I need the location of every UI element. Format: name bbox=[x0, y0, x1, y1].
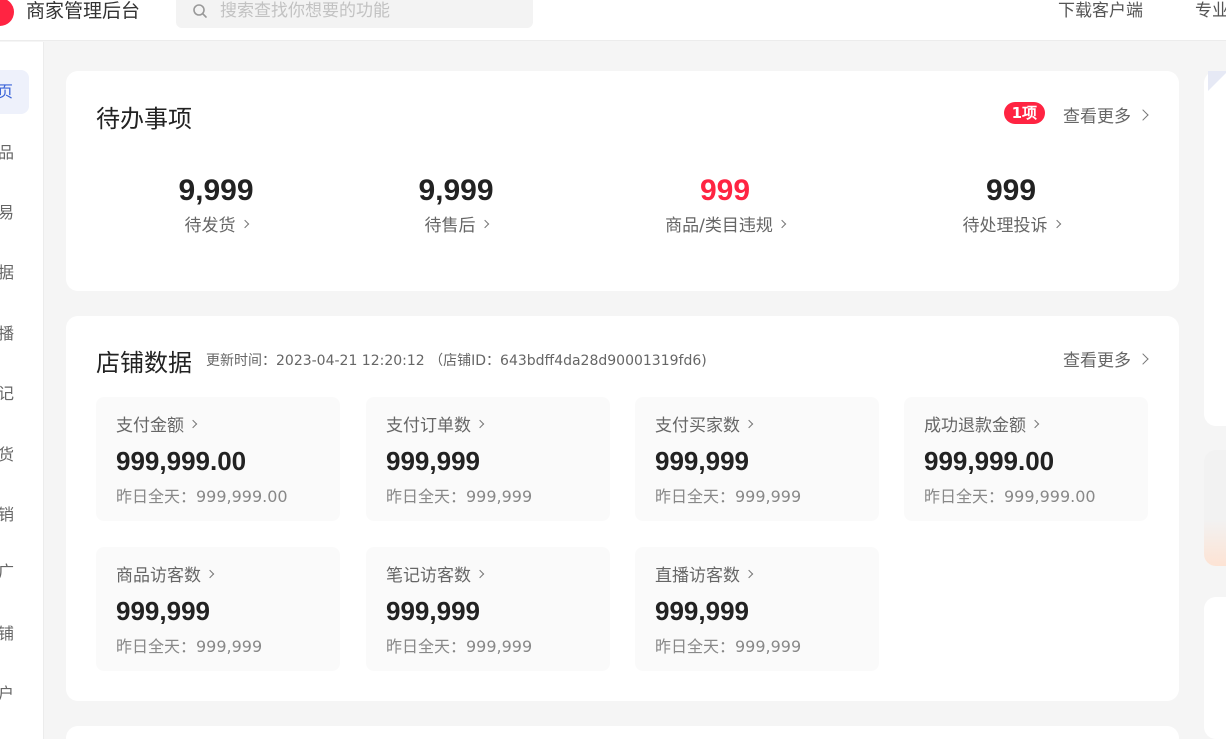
app-title: 商家管理后台 bbox=[26, 0, 141, 22]
todo-value: 999 bbox=[985, 174, 1037, 207]
chevron-right-icon bbox=[475, 419, 485, 428]
sidebar-item-trade[interactable]: 易 bbox=[0, 191, 43, 235]
todo-label-link[interactable]: 商品/类目违规 bbox=[605, 211, 845, 236]
todo-value: 999 bbox=[699, 174, 751, 207]
todo-label: 待处理投诉 bbox=[962, 216, 1048, 236]
shop-data-title: 店铺数据 bbox=[96, 349, 192, 377]
sidebar-item-shop[interactable]: 铺 bbox=[0, 612, 43, 656]
todo-item-to-ship[interactable]: 9,999 待发货 bbox=[96, 173, 336, 236]
metric-value: 999,999 bbox=[116, 596, 210, 626]
metric-value: 999,999.00 bbox=[924, 446, 1055, 476]
chevron-right-icon bbox=[205, 569, 215, 578]
metric-yesterday: 昨日全天：999,999.00 bbox=[924, 487, 1096, 506]
metric-card-note-visitors[interactable]: 笔记访客数 999,999 昨日全天：999,999 bbox=[366, 547, 610, 671]
right-info-card bbox=[1204, 597, 1226, 739]
todo-item-violations[interactable]: 999 商品/类目违规 bbox=[605, 173, 845, 236]
metric-label-link[interactable]: 成功退款金额 bbox=[924, 411, 1040, 436]
metric-value: 999,999 bbox=[386, 446, 480, 476]
metric-label: 成功退款金额 bbox=[924, 416, 1026, 436]
todo-count-badge: 1项 bbox=[1003, 102, 1045, 124]
metric-yesterday: 昨日全天：999,999.00 bbox=[116, 487, 288, 506]
chevron-right-icon bbox=[744, 419, 754, 428]
download-client-link[interactable]: 下载客户端 bbox=[1058, 0, 1143, 22]
search-icon bbox=[193, 4, 207, 18]
next-section-card bbox=[66, 726, 1179, 739]
todo-card: 待办事项 1项 查看更多 9,999 待发货 9,999 待售后 999 商品/… bbox=[66, 71, 1179, 291]
metric-card-refund-amount[interactable]: 成功退款金额 999,999.00 昨日全天：999,999.00 bbox=[904, 397, 1148, 521]
metric-card-live-visitors[interactable]: 直播访客数 999,999 昨日全天：999,999 bbox=[635, 547, 879, 671]
chevron-right-icon bbox=[777, 219, 787, 228]
todo-value: 9,999 bbox=[418, 174, 494, 207]
todo-value: 9,999 bbox=[178, 174, 254, 207]
metric-label: 支付金额 bbox=[116, 416, 184, 436]
todo-label-link[interactable]: 待处理投诉 bbox=[891, 211, 1131, 236]
chevron-right-icon bbox=[188, 419, 198, 428]
chevron-right-icon bbox=[1137, 352, 1149, 365]
metric-card-payment-amount[interactable]: 支付金额 999,999.00 昨日全天：999,999.00 bbox=[96, 397, 340, 521]
todo-label-link[interactable]: 待发货 bbox=[96, 211, 336, 236]
metric-yesterday: 昨日全天：999,999 bbox=[655, 487, 802, 506]
right-panel-decoration bbox=[1208, 71, 1226, 91]
todo-title: 待办事项 bbox=[96, 105, 192, 133]
shop-data-card: 店铺数据 更新时间：2023-04-21 12:20:12 （店铺ID：643b… bbox=[66, 316, 1179, 701]
metric-value: 999,999 bbox=[655, 446, 749, 476]
todo-item-complaints[interactable]: 999 待处理投诉 bbox=[891, 173, 1131, 236]
todo-label: 待发货 bbox=[184, 216, 236, 236]
metric-yesterday: 昨日全天：999,999 bbox=[386, 637, 533, 656]
metric-value: 999,999.00 bbox=[116, 446, 247, 476]
right-panel-card bbox=[1204, 71, 1226, 426]
todo-label: 待售后 bbox=[424, 216, 476, 236]
metric-label-link[interactable]: 支付金额 bbox=[116, 411, 198, 436]
update-info: 更新时间：2023-04-21 12:20:12 （店铺ID：643bdff4d… bbox=[206, 353, 707, 369]
sidebar-item-data[interactable]: 据 bbox=[0, 251, 43, 295]
metric-value: 999,999 bbox=[655, 596, 749, 626]
metric-label-link[interactable]: 笔记访客数 bbox=[386, 561, 485, 586]
sidebar-item-account[interactable]: 户 bbox=[0, 672, 43, 716]
metric-label-link[interactable]: 支付订单数 bbox=[386, 411, 485, 436]
chevron-right-icon bbox=[475, 569, 485, 578]
metric-card-order-count[interactable]: 支付订单数 999,999 昨日全天：999,999 bbox=[366, 397, 610, 521]
metric-label-link[interactable]: 支付买家数 bbox=[655, 411, 754, 436]
todo-view-more-link[interactable]: 查看更多 bbox=[1063, 102, 1149, 127]
sidebar-item-products[interactable]: 品 bbox=[0, 131, 43, 175]
view-more-label: 查看更多 bbox=[1063, 351, 1131, 371]
metric-label-link[interactable]: 商品访客数 bbox=[116, 561, 215, 586]
metric-value: 999,999 bbox=[386, 596, 480, 626]
metric-label: 商品访客数 bbox=[116, 566, 201, 586]
metric-yesterday: 昨日全天：999,999 bbox=[655, 637, 802, 656]
metric-label: 支付订单数 bbox=[386, 416, 471, 436]
metric-card-buyer-count[interactable]: 支付买家数 999,999 昨日全天：999,999 bbox=[635, 397, 879, 521]
metric-yesterday: 昨日全天：999,999 bbox=[116, 637, 263, 656]
sidebar-item-marketing[interactable]: 销 bbox=[0, 493, 43, 537]
search-box[interactable] bbox=[176, 0, 533, 28]
top-bar: 商家管理后台 下载客户端 专业 bbox=[0, 0, 1226, 41]
sidebar-item-ads[interactable]: 广 bbox=[0, 550, 43, 594]
search-input[interactable] bbox=[220, 0, 520, 22]
sidebar: 页 品 易 据 播 记 货 销 广 铺 户 bbox=[0, 42, 44, 739]
sidebar-item-live[interactable]: 播 bbox=[0, 312, 43, 356]
sidebar-item-notes[interactable]: 记 bbox=[0, 372, 43, 416]
chevron-right-icon bbox=[1030, 419, 1040, 428]
metric-yesterday: 昨日全天：999,999 bbox=[386, 487, 533, 506]
sidebar-item-home[interactable]: 页 bbox=[0, 70, 29, 114]
shop-data-view-more-link[interactable]: 查看更多 bbox=[1063, 346, 1149, 371]
metric-label-link[interactable]: 直播访客数 bbox=[655, 561, 754, 586]
chevron-right-icon bbox=[1137, 108, 1149, 121]
chevron-right-icon bbox=[1052, 219, 1061, 228]
sidebar-item-goods[interactable]: 货 bbox=[0, 433, 43, 477]
todo-label-link[interactable]: 待售后 bbox=[336, 211, 576, 236]
chevron-right-icon bbox=[240, 219, 249, 228]
right-banner-card[interactable] bbox=[1204, 450, 1226, 566]
metric-card-product-visitors[interactable]: 商品访客数 999,999 昨日全天：999,999 bbox=[96, 547, 340, 671]
chevron-right-icon bbox=[480, 219, 489, 228]
chevron-right-icon bbox=[744, 569, 754, 578]
todo-label: 商品/类目违规 bbox=[665, 216, 773, 236]
metric-label: 笔记访客数 bbox=[386, 566, 471, 586]
metric-label: 支付买家数 bbox=[655, 416, 740, 436]
metric-label: 直播访客数 bbox=[655, 566, 740, 586]
pro-link[interactable]: 专业 bbox=[1195, 0, 1226, 22]
view-more-label: 查看更多 bbox=[1063, 107, 1131, 127]
app-logo[interactable] bbox=[0, 0, 14, 26]
todo-item-after-sales[interactable]: 9,999 待售后 bbox=[336, 173, 576, 236]
